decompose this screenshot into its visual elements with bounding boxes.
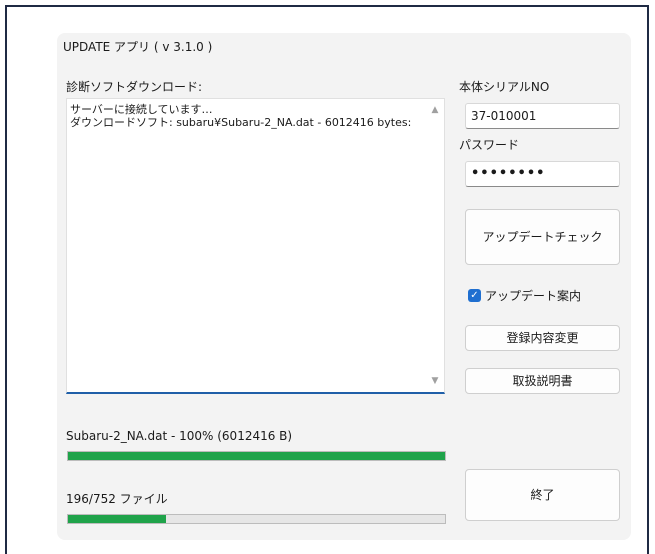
registration-change-button[interactable]: 登録内容変更 (465, 325, 620, 351)
serial-input[interactable]: 37-010001 (465, 103, 620, 129)
update-notice-checkbox-row[interactable]: ✓ アップデート案内 (468, 286, 581, 304)
update-check-button[interactable]: アップデートチェック (465, 209, 620, 265)
file-progress-bar (67, 451, 446, 461)
app-window: UPDATE アプリ ( v 3.1.0 ) 診断ソフトダウンロード: サーバー… (57, 33, 631, 540)
file-progress-fill (68, 452, 445, 460)
checkbox-check-icon[interactable]: ✓ (468, 288, 481, 302)
scroll-down-icon[interactable]: ▼ (426, 374, 444, 388)
overall-progress-bar (67, 514, 446, 524)
password-label: パスワード (459, 138, 520, 152)
log-text: サーバーに接続しています… ダウンロードソフト: subaru¥Subaru-2… (70, 103, 412, 129)
log-scrollbar[interactable]: ▲ ▼ (426, 99, 444, 392)
overall-progress-label: 196/752 ファイル (66, 492, 168, 506)
download-label: 診断ソフトダウンロード: (66, 80, 203, 94)
overall-progress-fill (68, 515, 167, 523)
password-input[interactable]: •••••••• (465, 161, 620, 187)
file-progress-label: Subaru-2_NA.dat - 100% (6012416 B) (66, 429, 293, 443)
window-title: UPDATE アプリ ( v 3.1.0 ) (63, 40, 213, 54)
exit-button[interactable]: 終了 (465, 469, 620, 521)
scroll-up-icon[interactable]: ▲ (426, 103, 444, 117)
update-notice-label: アップデート案内 (485, 288, 582, 303)
manual-button[interactable]: 取扱説明書 (465, 368, 620, 394)
download-log[interactable]: サーバーに接続しています… ダウンロードソフト: subaru¥Subaru-2… (66, 98, 445, 394)
serial-label: 本体シリアルNO (459, 80, 550, 94)
